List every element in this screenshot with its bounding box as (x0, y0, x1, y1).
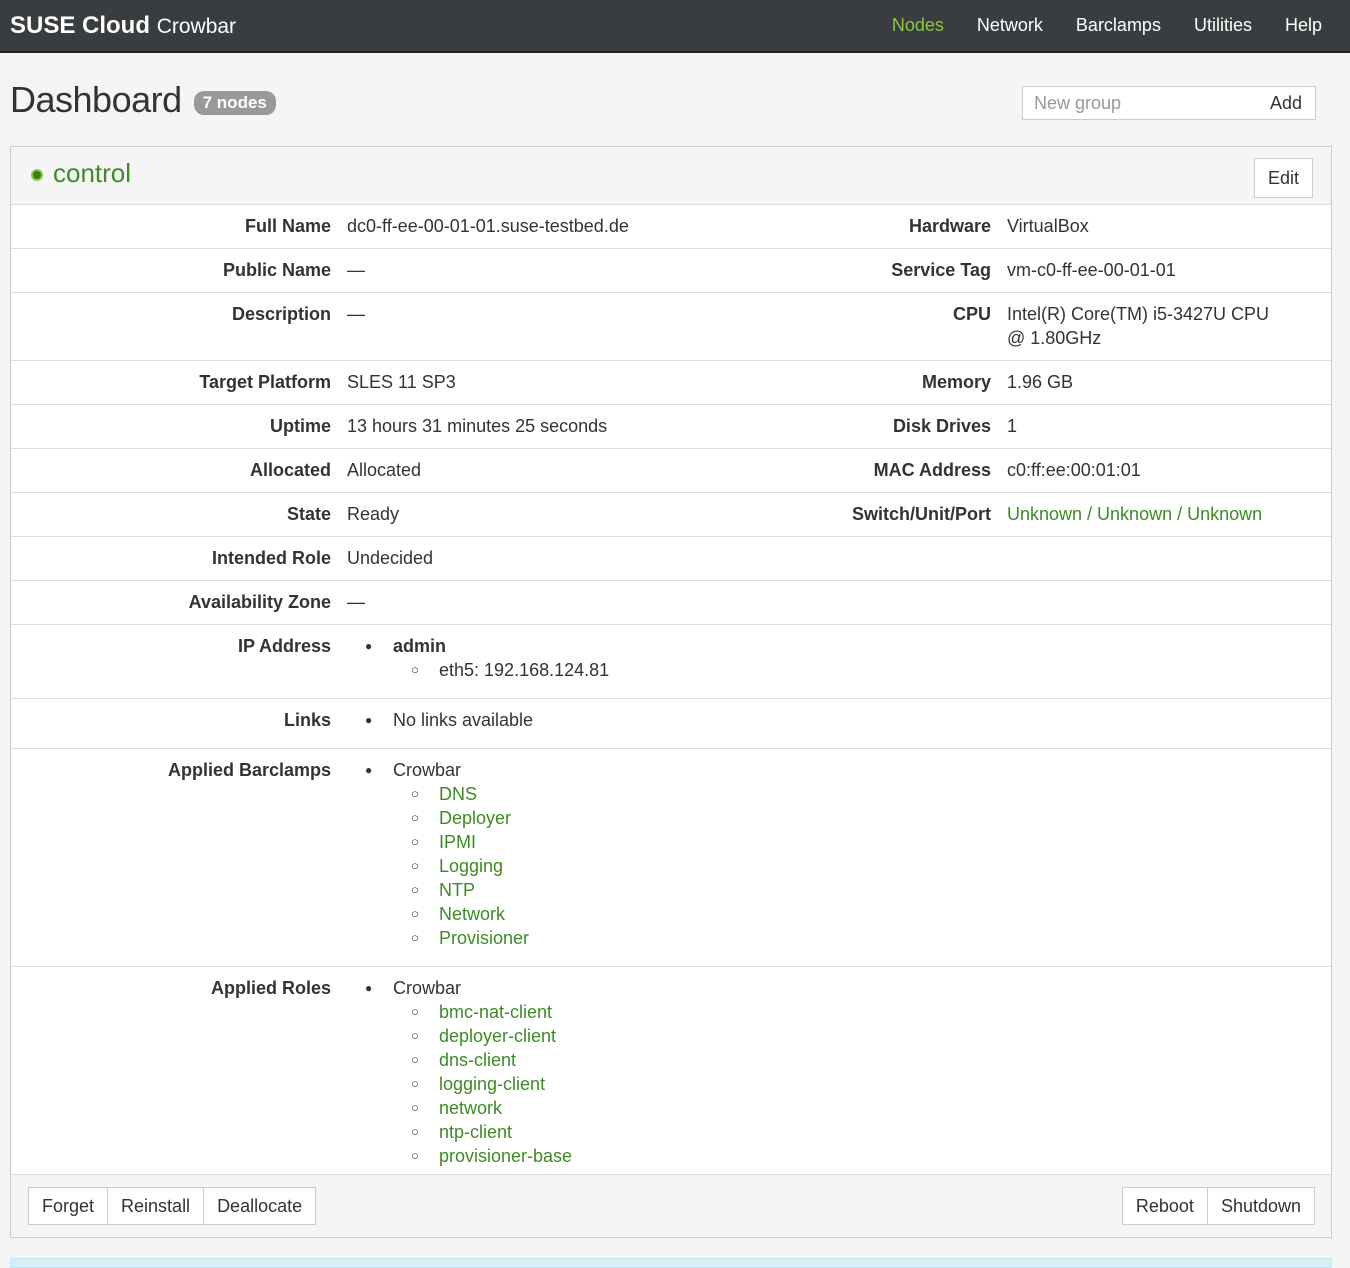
ip-address-label: IP Address (237, 636, 331, 656)
role-link-network[interactable]: network (393, 1096, 1331, 1120)
nav-barclamps[interactable]: Barclamps (1076, 15, 1161, 36)
deallocate-button[interactable]: Deallocate (203, 1187, 317, 1225)
barclamp-link-logging[interactable]: Logging (393, 854, 1331, 878)
nav-utilities[interactable]: Utilities (1194, 15, 1252, 36)
detail-row: Public Name — Service Tag vm-c0-ff-ee-00… (11, 249, 1331, 293)
detail-row: Target Platform SLES 11 SP3 Memory 1.96 … (11, 361, 1331, 405)
uptime-label: Uptime (269, 416, 331, 436)
state-value: Ready (347, 504, 400, 524)
barclamp-link-dns[interactable]: DNS (393, 782, 1331, 806)
barclamp-link-ntp[interactable]: NTP (393, 878, 1331, 902)
service-tag-value: vm-c0-ff-ee-00-01-01 (1007, 260, 1176, 280)
description-value: — (347, 304, 365, 324)
role-link-deployer-client[interactable]: deployer-client (393, 1024, 1331, 1048)
state-label: State (286, 504, 331, 524)
reboot-button[interactable]: Reboot (1121, 1187, 1208, 1225)
role-link-logging-client[interactable]: logging-client (393, 1072, 1331, 1096)
next-panel-edge (10, 1258, 1332, 1268)
barclamp-link-deployer[interactable]: Deployer (393, 806, 1331, 830)
intended-role-label: Intended Role (211, 548, 331, 568)
edit-button[interactable]: Edit (1253, 158, 1313, 198)
brand-name: SUSE Cloud (10, 11, 151, 39)
disk-drives-label: Disk Drives (892, 416, 991, 436)
role-link-bmc-nat-client[interactable]: bmc-nat-client (393, 1000, 1331, 1024)
allocated-value: Allocated (347, 460, 422, 480)
links-value: No links available (347, 708, 1331, 732)
detail-row: Applied Barclamps Crowbar DNS Deployer I… (11, 749, 1331, 967)
public-name-value: — (347, 260, 365, 280)
brand-sub: Crowbar (156, 14, 237, 38)
barclamp-link-network[interactable]: Network (393, 902, 1331, 926)
ip-interface: eth5: 192.168.124.81 (393, 658, 1331, 682)
uptime-value: 13 hours 31 minutes 25 seconds (347, 416, 608, 436)
mac-address-value: c0:ff:ee:00:01:01 (1007, 460, 1141, 480)
detail-row: IP Address admin eth5: 192.168.124.81 (11, 625, 1331, 699)
panel-header: control Edit (11, 147, 1331, 205)
node-group-panel: control Edit Full Name dc0-ff-ee-00-01-0… (10, 146, 1332, 1238)
page-title: Dashboard (10, 79, 182, 120)
add-group-button[interactable]: Add (1256, 86, 1316, 120)
availability-zone-label: Availability Zone (188, 592, 331, 612)
detail-row: Description — CPU Intel(R) Core(TM) i5-3… (11, 293, 1331, 361)
group-name[interactable]: control (53, 158, 131, 189)
reinstall-button[interactable]: Reinstall (107, 1187, 205, 1225)
detail-row: Applied Roles Crowbar bmc-nat-client dep… (11, 967, 1331, 1178)
top-navbar: SUSE Cloud Crowbar Nodes Network Barclam… (0, 0, 1350, 53)
barclamp-link-provisioner[interactable]: Provisioner (393, 926, 1331, 950)
node-count-badge: 7 nodes (193, 91, 276, 115)
cpu-label: CPU (952, 304, 991, 324)
page-header: Dashboard 7 nodes Add (0, 53, 1350, 146)
mac-address-label: MAC Address (873, 460, 991, 480)
applied-barclamps-label: Applied Barclamps (167, 760, 331, 780)
status-ready-icon (31, 169, 43, 181)
role-link-dns-client[interactable]: dns-client (393, 1048, 1331, 1072)
memory-value: 1.96 GB (1007, 372, 1074, 392)
barclamp-group-name: Crowbar (393, 760, 462, 780)
main-nav: Nodes Network Barclamps Utilities Help (859, 15, 1322, 36)
panel-footer: Forget Reinstall Deallocate Reboot Shutd… (11, 1174, 1331, 1237)
forget-button[interactable]: Forget (28, 1187, 109, 1225)
memory-label: Memory (921, 372, 991, 392)
new-group-input[interactable] (1021, 86, 1258, 120)
nav-help[interactable]: Help (1285, 15, 1322, 36)
role-link-ntp-client[interactable]: ntp-client (393, 1120, 1331, 1144)
switch-link[interactable]: Unknown / Unknown / Unknown (1007, 502, 1331, 526)
public-name-label: Public Name (222, 260, 331, 280)
brand-logo[interactable]: SUSE Cloud Crowbar (10, 12, 236, 40)
detail-row: Full Name dc0-ff-ee-00-01-01.suse-testbe… (11, 205, 1331, 249)
nav-network[interactable]: Network (977, 15, 1043, 36)
roles-group-name: Crowbar (393, 978, 462, 998)
disk-drives-value: 1 (1007, 416, 1018, 436)
switch-label: Switch/Unit/Port (852, 504, 991, 524)
hardware-value: VirtualBox (1007, 216, 1089, 236)
service-tag-label: Service Tag (891, 260, 991, 280)
availability-zone-value: — (347, 592, 365, 612)
allocated-label: Allocated (249, 460, 331, 480)
detail-row: State Ready Switch/Unit/Port Unknown / U… (11, 493, 1331, 537)
detail-row: Intended Role Undecided (11, 537, 1331, 581)
applied-roles-label: Applied Roles (210, 978, 331, 998)
description-label: Description (231, 304, 331, 324)
detail-row: Links No links available (11, 699, 1331, 749)
nav-nodes[interactable]: Nodes (892, 15, 944, 36)
intended-role-value: Undecided (347, 548, 434, 568)
detail-row: Availability Zone — (11, 581, 1331, 625)
barclamp-link-ipmi[interactable]: IPMI (393, 830, 1331, 854)
cpu-value: Intel(R) Core(TM) i5-3427U CPU @ 1.80GHz (1007, 304, 1270, 348)
detail-row: Allocated Allocated MAC Address c0:ff:ee… (11, 449, 1331, 493)
shutdown-button[interactable]: Shutdown (1206, 1187, 1315, 1225)
ip-network-name: admin (393, 636, 447, 656)
detail-row: Uptime 13 hours 31 minutes 25 seconds Di… (11, 405, 1331, 449)
hardware-label: Hardware (908, 216, 991, 236)
full-name-value: dc0-ff-ee-00-01-01.suse-testbed.de (347, 216, 629, 236)
role-link-provisioner-base[interactable]: provisioner-base (393, 1144, 1331, 1168)
full-name-label: Full Name (244, 216, 331, 236)
target-platform-label: Target Platform (199, 372, 331, 392)
links-label: Links (283, 710, 331, 730)
new-group-form: Add (1021, 86, 1316, 120)
target-platform-value: SLES 11 SP3 (347, 372, 456, 392)
